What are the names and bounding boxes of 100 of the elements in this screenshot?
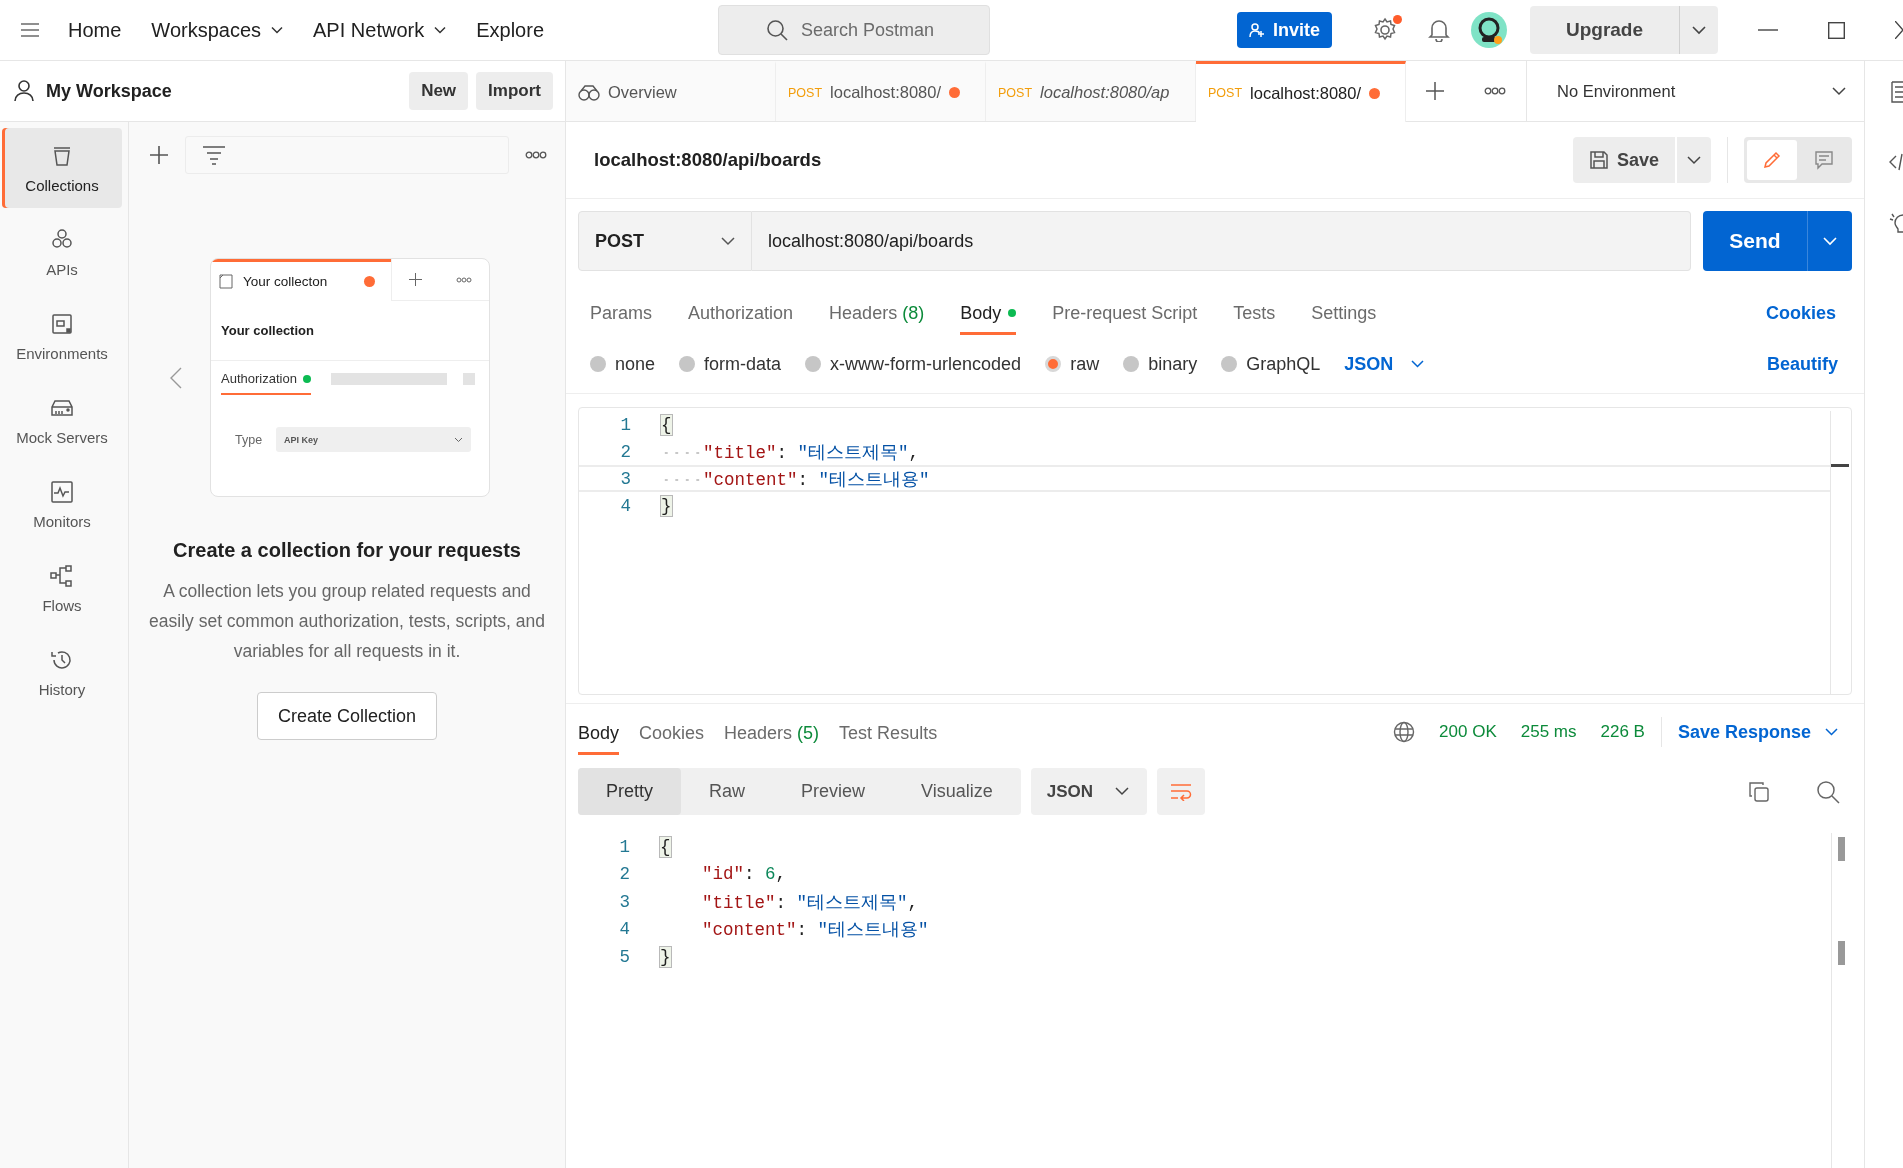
request-tab[interactable]: POST localhost:8080/ [776, 61, 986, 121]
filter-icon[interactable] [202, 145, 226, 165]
body-type-radio[interactable]: GraphQL [1221, 353, 1321, 375]
view-mode-button[interactable]: Raw [681, 768, 774, 815]
request-section-tab[interactable]: Tests [1233, 303, 1276, 335]
sidebar-item[interactable]: History [2, 632, 122, 712]
line-number: 2 [618, 864, 630, 885]
view-mode-button[interactable]: Pretty [578, 768, 681, 815]
request-section-tab[interactable]: Settings [1311, 303, 1377, 335]
body-type-radio[interactable]: binary [1123, 353, 1198, 375]
document-icon[interactable] [1891, 81, 1903, 103]
maximize-icon[interactable] [1828, 21, 1845, 39]
caret-icon [1823, 236, 1837, 246]
placeholder-bar [462, 373, 475, 385]
close-icon[interactable] [1895, 21, 1903, 39]
sidebar-item[interactable]: Mock Servers [2, 380, 122, 460]
request-section-tab[interactable]: Body [960, 303, 1017, 335]
request-tab[interactable]: Overview [566, 61, 776, 121]
sidebar-item[interactable]: Environments [2, 296, 122, 376]
format-select[interactable]: JSON [1030, 768, 1148, 815]
response-tab[interactable]: Body [578, 723, 620, 755]
sidebar-item[interactable]: APIs [2, 212, 122, 292]
lightbulb-icon[interactable] [1889, 213, 1903, 235]
create-collection-button[interactable]: Create Collection [256, 692, 438, 740]
empty-state-heading: Create a collection for your requests [173, 539, 521, 562]
mini-tab-label: Your collecton [243, 274, 329, 289]
line-number: 3 [619, 468, 631, 489]
unsaved-dot [364, 276, 375, 287]
body-type-radio[interactable]: raw [1045, 353, 1100, 375]
more-icon [456, 276, 472, 283]
add-icon[interactable] [149, 145, 169, 165]
search-field[interactable]: Search Postman [718, 5, 990, 55]
pencil-icon [1762, 150, 1782, 170]
menu-icon[interactable] [20, 23, 40, 37]
wrap-lines-button[interactable] [1157, 768, 1206, 815]
avatar-icon[interactable] [1470, 11, 1508, 49]
body-type-radio[interactable]: x-www-form-urlencoded [805, 353, 1022, 375]
bell-icon[interactable] [1428, 18, 1450, 42]
nav-link[interactable]: Explore [476, 18, 544, 42]
save-response-link[interactable]: Save Response [1677, 721, 1838, 743]
response-tab[interactable]: Cookies [639, 723, 705, 755]
cookies-link[interactable]: Cookies [1765, 303, 1836, 335]
copy-icon[interactable] [1748, 780, 1770, 803]
code-line: "content": "테스트내용" [701, 919, 929, 942]
body-type-radio[interactable]: none [590, 353, 656, 375]
settings-icon[interactable] [1372, 17, 1398, 43]
sidebar-item[interactable]: Monitors [2, 464, 122, 544]
response-time: 255 ms [1520, 722, 1577, 742]
environment-select[interactable]: No Environment [1527, 61, 1864, 121]
nav-link[interactable]: API Network [313, 18, 447, 42]
caret-icon [1825, 728, 1838, 736]
request-section-tab[interactable]: Headers (8) [829, 303, 925, 335]
add-icon[interactable] [1426, 82, 1444, 100]
line-number: 3 [618, 891, 630, 912]
response-size: 226 B [1600, 722, 1645, 742]
workspace-button[interactable]: New [409, 72, 469, 110]
code-icon[interactable] [1889, 153, 1903, 171]
request-section-tab[interactable]: Pre-request Script [1052, 303, 1198, 335]
code-line: "title": "테스트제목", [661, 439, 920, 464]
view-mode-button[interactable]: Visualize [893, 768, 1021, 815]
workspace-title: My Workspace [46, 80, 172, 102]
filter-field[interactable] [185, 136, 509, 174]
sidebar-item[interactable]: Collections [2, 128, 122, 208]
caret-icon[interactable] [1691, 25, 1707, 35]
line-number: 4 [618, 919, 630, 940]
globe-icon [1393, 721, 1416, 743]
format-select[interactable]: JSON [1344, 353, 1425, 375]
line-number: 4 [619, 495, 631, 516]
body-type-radio[interactable]: form-data [679, 353, 782, 375]
nav-link[interactable]: Home [68, 18, 122, 42]
workspace-button[interactable]: Import [476, 72, 553, 110]
request-tab[interactable]: POST localhost:8080/ [1196, 61, 1406, 122]
url-field[interactable]: localhost:8080/api/boards [752, 211, 1691, 271]
caret-icon [271, 26, 284, 34]
line-number: 1 [619, 414, 631, 435]
code-editor[interactable]: 1 { 2 "title": "테스트제목", 3 "content": "테스트내용" 4 } [578, 407, 1852, 695]
save-options-button[interactable] [1677, 137, 1711, 183]
more-icon[interactable] [525, 151, 547, 159]
code-line: "content": "테스트내용" [661, 466, 930, 491]
request-section-tab[interactable]: Params [590, 303, 652, 335]
save-button[interactable]: Save [1572, 137, 1675, 183]
scrollbar-thumb[interactable] [1838, 837, 1845, 861]
caret-icon [1411, 360, 1425, 368]
search-icon[interactable] [1816, 779, 1840, 804]
request-tab[interactable]: POST localhost:8080/ap [986, 61, 1196, 121]
status-code: 200 OK [1439, 722, 1497, 742]
invite-button[interactable]: Invite [1237, 12, 1332, 48]
document-icon [219, 274, 233, 289]
beautify-link[interactable]: Beautify [1767, 353, 1838, 375]
request-section-tab[interactable]: Authorization [688, 303, 794, 335]
code-line: "id": 6, [701, 864, 787, 885]
sidebar-item[interactable]: Flows [2, 548, 122, 628]
response-tab[interactable]: Headers (5) [724, 723, 820, 755]
scrollbar-thumb[interactable] [1838, 941, 1845, 965]
response-tab[interactable]: Test Results [839, 723, 938, 755]
comment-icon [1814, 150, 1834, 170]
more-icon[interactable] [1484, 87, 1506, 95]
method-select[interactable]: POST [578, 211, 752, 271]
view-mode-button[interactable]: Preview [773, 768, 894, 815]
nav-link[interactable]: Workspaces [151, 18, 284, 42]
